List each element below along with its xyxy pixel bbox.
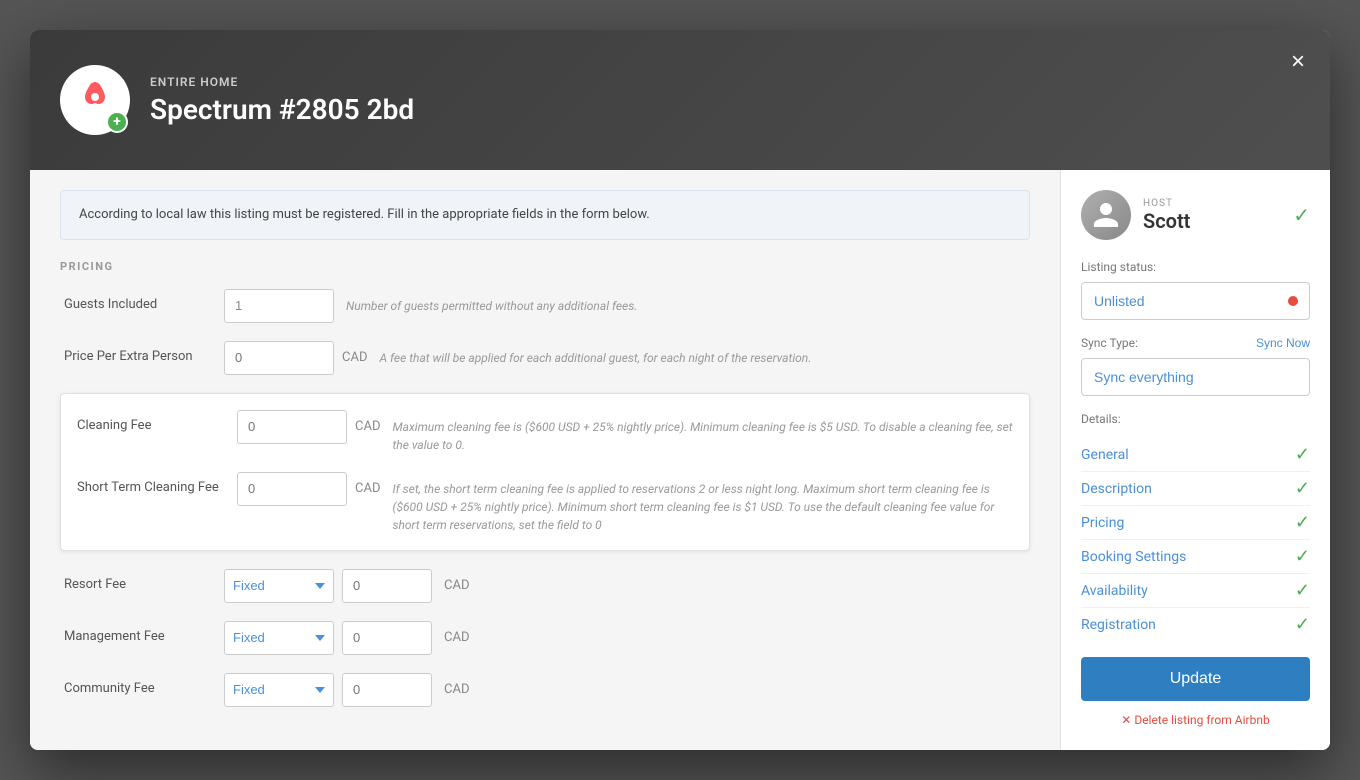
cleaning-fee-label: Cleaning Fee (77, 410, 237, 433)
cleaning-fee-row: Cleaning Fee CAD Maximum cleaning fee is… (65, 410, 1025, 454)
price-extra-person-currency: CAD (342, 350, 367, 365)
community-fee-currency: CAD (444, 682, 469, 697)
resort-fee-currency: CAD (444, 578, 469, 593)
short-term-cleaning-fee-control: CAD (237, 472, 380, 506)
resort-fee-row: Resort Fee Fixed Percentage CAD (60, 569, 1030, 603)
host-name: Scott (1143, 209, 1293, 233)
sync-type-select[interactable]: Sync everything Pricing only Availabilit… (1081, 358, 1310, 396)
community-fee-select[interactable]: Fixed Percentage (224, 673, 334, 707)
pricing-check-icon: ✓ (1295, 512, 1310, 533)
short-term-cleaning-fee-currency: CAD (355, 481, 380, 496)
detail-link-availability[interactable]: Availability (1081, 583, 1295, 599)
listing-status-wrap: Unlisted Listed (1081, 282, 1310, 320)
host-avatar (1081, 190, 1131, 240)
cleaning-fee-section: Cleaning Fee CAD Maximum cleaning fee is… (60, 393, 1030, 551)
short-term-cleaning-fee-hint: If set, the short term cleaning fee is a… (392, 472, 1013, 534)
management-fee-label: Management Fee (64, 621, 224, 644)
management-fee-select[interactable]: Fixed Percentage (224, 621, 334, 655)
guests-included-input[interactable] (224, 289, 334, 323)
community-fee-controls: Fixed Percentage CAD (224, 673, 469, 707)
management-fee-row: Management Fee Fixed Percentage CAD (60, 621, 1030, 655)
resort-fee-controls: Fixed Percentage CAD (224, 569, 469, 603)
cleaning-fee-hint: Maximum cleaning fee is ($600 USD + 25% … (392, 410, 1013, 454)
detail-item-registration: Registration ✓ (1081, 608, 1310, 641)
main-content: According to local law this listing must… (30, 170, 1060, 750)
delete-listing-link[interactable]: Delete listing from Airbnb (1081, 713, 1310, 727)
availability-check-icon: ✓ (1295, 580, 1310, 601)
modal-header: + Entire Home Spectrum #2805 2bd × (30, 30, 1330, 170)
guests-included-control (224, 289, 334, 323)
detail-item-pricing: Pricing ✓ (1081, 506, 1310, 540)
guests-included-hint: Number of guests permitted without any a… (346, 289, 1026, 315)
general-check-icon: ✓ (1295, 444, 1310, 465)
host-section: HOST Scott ✓ (1081, 190, 1310, 240)
info-banner: According to local law this listing must… (60, 190, 1030, 240)
listing-status-label: Listing status: (1081, 260, 1310, 274)
resort-fee-select[interactable]: Fixed Percentage (224, 569, 334, 603)
detail-link-booking-settings[interactable]: Booking Settings (1081, 549, 1295, 565)
sync-type-label: Sync Type: (1081, 336, 1138, 350)
cleaning-fee-currency: CAD (355, 419, 380, 434)
sync-now-button[interactable]: Sync Now (1256, 336, 1310, 350)
price-extra-person-label: Price Per Extra Person (64, 341, 224, 364)
guests-included-label: Guests Included (64, 289, 224, 312)
detail-link-pricing[interactable]: Pricing (1081, 515, 1295, 531)
pricing-section-label: PRICING (60, 260, 1030, 273)
close-button[interactable]: × (1286, 45, 1310, 79)
airbnb-logo: + (60, 65, 130, 135)
management-fee-controls: Fixed Percentage CAD (224, 621, 469, 655)
sidebar: HOST Scott ✓ Listing status: Unlisted Li… (1060, 170, 1330, 750)
detail-item-availability: Availability ✓ (1081, 574, 1310, 608)
sync-type-header: Sync Type: Sync Now (1081, 336, 1310, 350)
modal-container: + Entire Home Spectrum #2805 2bd × Accor… (30, 30, 1330, 750)
host-tag: HOST (1143, 198, 1293, 209)
detail-item-description: Description ✓ (1081, 472, 1310, 506)
header-text: Entire Home Spectrum #2805 2bd (150, 75, 414, 126)
registration-check-icon: ✓ (1295, 614, 1310, 635)
modal-body: According to local law this listing must… (30, 170, 1330, 750)
update-button[interactable]: Update (1081, 657, 1310, 701)
description-check-icon: ✓ (1295, 478, 1310, 499)
management-fee-currency: CAD (444, 630, 469, 645)
short-term-cleaning-fee-input[interactable] (237, 472, 347, 506)
host-info: HOST Scott (1143, 198, 1293, 233)
header-title: Spectrum #2805 2bd (150, 93, 414, 126)
detail-link-description[interactable]: Description (1081, 481, 1295, 497)
price-extra-person-hint: A fee that will be applied for each addi… (379, 341, 1026, 367)
short-term-cleaning-fee-label: Short Term Cleaning Fee (77, 472, 237, 495)
listing-status-select[interactable]: Unlisted Listed (1081, 282, 1310, 320)
price-extra-person-control: CAD (224, 341, 367, 375)
header-subtitle: Entire Home (150, 75, 414, 89)
resort-fee-input[interactable] (342, 569, 432, 603)
cleaning-fee-input[interactable] (237, 410, 347, 444)
detail-item-booking-settings: Booking Settings ✓ (1081, 540, 1310, 574)
detail-item-general: General ✓ (1081, 438, 1310, 472)
details-label: Details: (1081, 412, 1310, 426)
host-verified-icon: ✓ (1293, 203, 1310, 227)
short-term-cleaning-fee-row: Short Term Cleaning Fee CAD If set, the … (65, 472, 1025, 534)
resort-fee-label: Resort Fee (64, 569, 224, 592)
management-fee-input[interactable] (342, 621, 432, 655)
community-fee-label: Community Fee (64, 673, 224, 696)
price-extra-person-input[interactable] (224, 341, 334, 375)
cleaning-fee-control: CAD (237, 410, 380, 444)
community-fee-input[interactable] (342, 673, 432, 707)
booking-settings-check-icon: ✓ (1295, 546, 1310, 567)
detail-link-general[interactable]: General (1081, 447, 1295, 463)
info-banner-text: According to local law this listing must… (79, 207, 650, 222)
price-extra-person-row: Price Per Extra Person CAD A fee that wi… (60, 341, 1030, 375)
detail-link-registration[interactable]: Registration (1081, 617, 1295, 633)
sync-badge: + (106, 111, 128, 133)
guests-included-row: Guests Included Number of guests permitt… (60, 289, 1030, 323)
community-fee-row: Community Fee Fixed Percentage CAD (60, 673, 1030, 707)
